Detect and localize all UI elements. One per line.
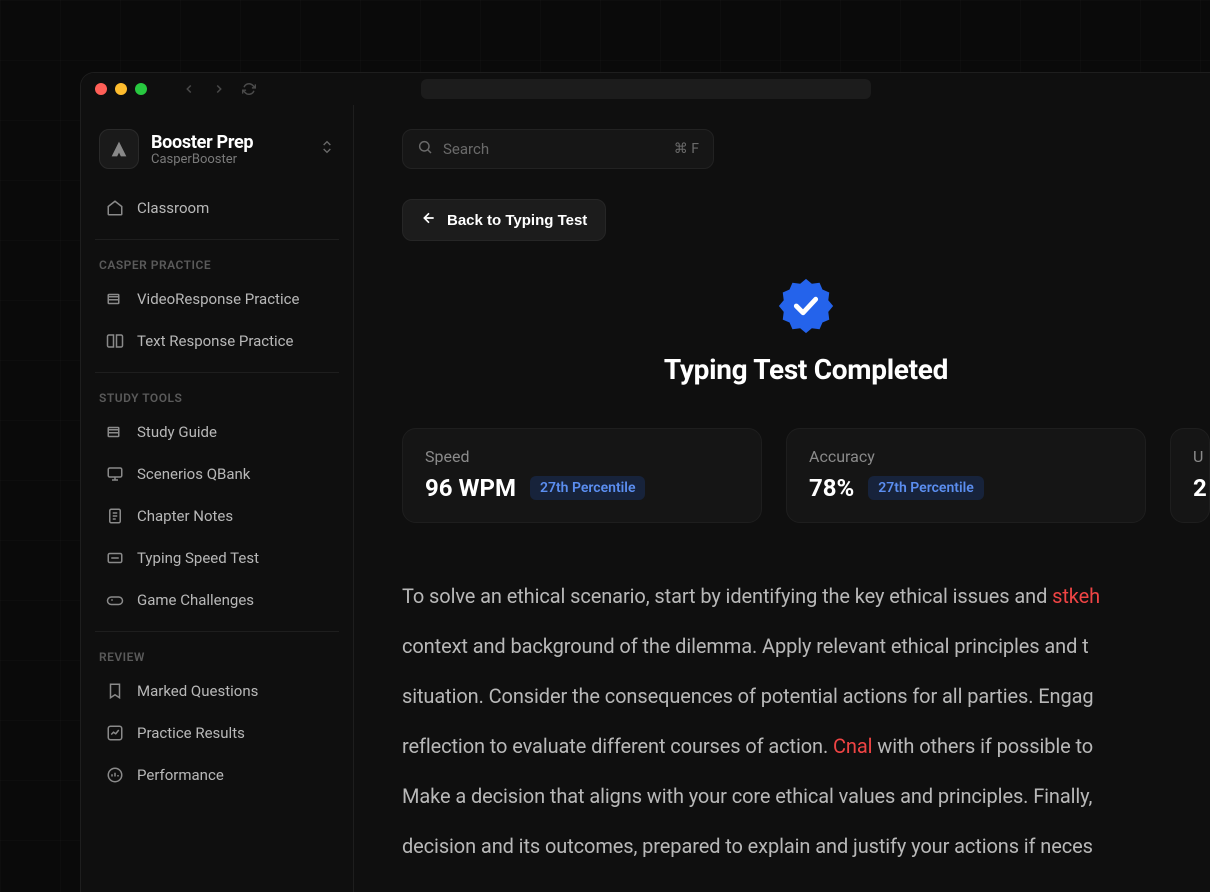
nav-back-icon[interactable] [181, 81, 197, 97]
typing-passage: To solve an ethical scenario, start by i… [402, 571, 1210, 871]
sidebar-item-label: Chapter Notes [137, 507, 233, 525]
sidebar-item-label: Marked Questions [137, 682, 258, 700]
sidebar-item-label: Scenerios QBank [137, 465, 250, 483]
sidebar-item-marked-questions[interactable]: Marked Questions [95, 670, 339, 712]
book-icon [105, 331, 125, 351]
stat-card-speed: Speed 96 WPM 27th Percentile [402, 428, 762, 523]
sidebar-item-label: Game Challenges [137, 591, 254, 609]
search-placeholder: Search [443, 140, 664, 158]
main-content: Search ⌘ F Back to Typing Test Typing Te… [354, 105, 1210, 892]
sidebar-item-label: Typing Speed Test [137, 549, 259, 567]
stat-value: 96 WPM [425, 474, 516, 502]
sidebar: Booster Prep CasperBooster Classroom CAS… [81, 105, 354, 892]
search-shortcut: ⌘ F [674, 141, 699, 157]
gamepad-icon [105, 590, 125, 610]
brand-switcher[interactable]: Booster Prep CasperBooster [95, 129, 339, 187]
url-bar[interactable] [421, 79, 871, 99]
percentile-badge: 27th Percentile [530, 476, 646, 500]
notes-icon [105, 506, 125, 526]
guide-icon [105, 422, 125, 442]
section-header: CASPER PRACTICE [95, 240, 339, 278]
sidebar-item-label: Study Guide [137, 423, 217, 441]
brand-icon [99, 129, 139, 169]
brand-title: Booster Prep [151, 132, 307, 153]
sidebar-item-label: VideoResponse Practice [137, 290, 299, 308]
reload-icon[interactable] [241, 81, 257, 97]
page-title: Typing Test Completed [402, 353, 1210, 386]
section-header: REVIEW [95, 632, 339, 670]
stat-label: Speed [425, 447, 739, 466]
sidebar-item-label: Text Response Practice [137, 332, 294, 350]
app-window: Booster Prep CasperBooster Classroom CAS… [80, 72, 1210, 892]
sidebar-item-classroom[interactable]: Classroom [95, 187, 339, 229]
brand-subtitle: CasperBooster [151, 152, 307, 167]
window-maximize[interactable] [135, 83, 147, 95]
search-input[interactable]: Search ⌘ F [402, 129, 714, 169]
stats-row: Speed 96 WPM 27th Percentile Accuracy 78… [402, 428, 1210, 523]
stat-card-partial: U 2 [1170, 428, 1210, 523]
chart-bar-icon [105, 765, 125, 785]
stat-label: U [1193, 447, 1209, 466]
stat-value: 78% [809, 474, 854, 502]
sidebar-item-label: Classroom [137, 199, 209, 217]
titlebar [81, 73, 1210, 105]
sidebar-item-label: Performance [137, 766, 224, 784]
sidebar-item-study-guide[interactable]: Study Guide [95, 411, 339, 453]
hero: Typing Test Completed [402, 275, 1210, 386]
sidebar-item-chapter-notes[interactable]: Chapter Notes [95, 495, 339, 537]
sidebar-item-label: Practice Results [137, 724, 245, 742]
stat-value: 2 [1193, 474, 1207, 502]
stat-label: Accuracy [809, 447, 1123, 466]
video-icon [105, 289, 125, 309]
back-button-label: Back to Typing Test [447, 212, 587, 229]
verified-badge-icon [775, 275, 837, 337]
chevron-up-down-icon [319, 139, 335, 159]
stat-card-accuracy: Accuracy 78% 27th Percentile [786, 428, 1146, 523]
sidebar-item-game-challenges[interactable]: Game Challenges [95, 579, 339, 621]
window-minimize[interactable] [115, 83, 127, 95]
percentile-badge: 27th Percentile [868, 476, 984, 500]
typo: stkeh [1052, 584, 1100, 608]
section-header: STUDY TOOLS [95, 373, 339, 411]
keyboard-icon [105, 548, 125, 568]
sidebar-item-video-response[interactable]: VideoResponse Practice [95, 278, 339, 320]
sidebar-item-text-response[interactable]: Text Response Practice [95, 320, 339, 362]
search-icon [417, 139, 433, 159]
sidebar-item-practice-results[interactable]: Practice Results [95, 712, 339, 754]
sidebar-item-typing-test[interactable]: Typing Speed Test [95, 537, 339, 579]
sidebar-item-scenarios-qbank[interactable]: Scenerios QBank [95, 453, 339, 495]
monitor-icon [105, 464, 125, 484]
nav-forward-icon[interactable] [211, 81, 227, 97]
window-close[interactable] [95, 83, 107, 95]
chart-line-icon [105, 723, 125, 743]
back-button[interactable]: Back to Typing Test [402, 199, 606, 241]
typo: Cnal [833, 734, 872, 758]
bookmark-icon [105, 681, 125, 701]
arrow-left-icon [421, 210, 437, 230]
sidebar-item-performance[interactable]: Performance [95, 754, 339, 796]
home-icon [105, 198, 125, 218]
